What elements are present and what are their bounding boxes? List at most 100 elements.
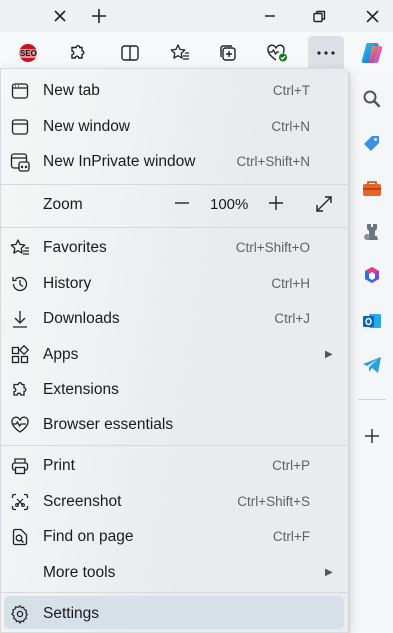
title-bar [0,0,393,32]
menu-item-new-window[interactable]: New window Ctrl+N [1,109,350,144]
collections-icon [218,43,238,63]
seo-extension-button[interactable]: SEO [10,36,46,70]
menu-divider [1,592,350,593]
menu-item-new-inprivate-window[interactable]: New InPrivate window Ctrl+Shift+N [1,144,350,179]
menu-divider [1,227,350,228]
new-window-icon [9,116,31,138]
add-icon [364,428,380,444]
menu-item-label: New tab [43,81,100,99]
sidebar-telegram-button[interactable] [359,352,385,378]
menu-item-label: Screenshot [43,492,122,510]
sidebar-games-button[interactable] [359,219,385,245]
menu-item-screenshot[interactable]: Screenshot Ctrl+Shift+S [1,484,350,519]
tools-icon [361,178,383,198]
games-icon [362,221,382,243]
print-icon [9,455,31,477]
minimize-icon [264,10,276,22]
full-screen-icon [316,196,332,212]
close-tab-button[interactable] [40,0,80,32]
restore-button[interactable] [299,0,339,32]
zoom-out-button[interactable] [173,194,191,212]
favorites-button[interactable] [161,36,197,70]
menu-divider [1,445,350,446]
favorites-icon [169,43,190,63]
menu-item-label: Downloads [43,309,120,327]
right-sidebar [349,72,393,633]
settings-and-more-menu: New tab Ctrl+T New window Ctrl+N New InP… [0,68,350,633]
browser-essentials-icon [266,43,288,63]
minimize-button[interactable] [250,0,290,32]
menu-item-shortcut: Ctrl+Shift+N [236,154,310,169]
apps-icon [9,344,31,366]
sidebar-shopping-button[interactable] [359,131,385,157]
menu-item-shortcut: Ctrl+Shift+O [235,240,310,255]
menu-item-more-tools[interactable]: More tools ▶ [1,555,350,590]
extensions-icon [9,379,31,401]
browser-essentials-icon [9,414,31,436]
menu-item-shortcut: Ctrl+N [271,119,310,134]
menu-item-label: Print [43,456,75,474]
download-icon [9,308,31,330]
settings-and-more-button[interactable] [308,36,344,70]
menu-item-find-on-page[interactable]: Find on page Ctrl+F [1,519,350,554]
menu-item-zoom: Zoom 100% [1,187,350,222]
copilot-icon [359,40,385,66]
zoom-in-button[interactable] [267,194,285,212]
plus-icon [269,196,283,210]
collections-button[interactable] [210,36,246,70]
history-icon [9,273,31,295]
zoom-label: Zoom [43,195,83,213]
close-icon [54,10,66,22]
microsoft365-icon [361,265,383,287]
menu-item-label: More tools [43,563,116,581]
menu-item-new-tab[interactable]: New tab Ctrl+T [1,73,350,108]
sidebar-outlook-button[interactable] [359,308,385,334]
new-tab-button[interactable] [79,0,119,32]
menu-item-shortcut: Ctrl+J [274,311,310,326]
menu-item-extensions[interactable]: Extensions [1,372,350,407]
submenu-arrow-icon: ▶ [325,567,333,578]
menu-item-label: New InPrivate window [43,152,196,170]
new-tab-icon [9,80,31,102]
sidebar-microsoft365-button[interactable] [359,263,385,289]
menu-item-settings[interactable]: Settings [1,596,350,631]
copilot-button[interactable] [354,36,390,70]
menu-item-label: New window [43,117,131,135]
minus-icon [175,202,189,204]
extensions-icon [68,43,88,63]
menu-item-label: Browser essentials [43,415,174,433]
menu-item-history[interactable]: History Ctrl+H [1,266,350,301]
menu-item-favorites[interactable]: Favorites Ctrl+Shift+O [1,230,350,265]
seo-extension-icon: SEO [17,42,39,64]
screenshot-icon [9,491,31,513]
menu-item-shortcut: Ctrl+H [271,276,310,291]
browser-essentials-button[interactable] [259,36,295,70]
menu-item-downloads[interactable]: Downloads Ctrl+J [1,301,350,336]
sidebar-search-button[interactable] [359,86,385,112]
favorites-icon [9,237,31,259]
find-on-page-icon [9,526,31,548]
menu-item-apps[interactable]: Apps ▶ [1,337,350,372]
menu-item-label: Settings [43,604,100,622]
menu-divider [1,184,350,185]
menu-item-label: Find on page [43,527,134,545]
menu-item-shortcut: Ctrl+Shift+S [237,494,310,509]
full-screen-button[interactable] [314,194,334,214]
menu-item-browser-essentials[interactable]: Browser essentials [1,407,350,442]
close-window-button[interactable] [352,0,392,32]
menu-item-label: Favorites [43,238,107,256]
sidebar-add-button[interactable] [359,423,385,449]
gear-icon [9,603,31,625]
menu-item-shortcut: Ctrl+P [272,458,310,473]
menu-item-print[interactable]: Print Ctrl+P [1,448,350,483]
menu-item-shortcut: Ctrl+F [272,529,310,544]
shopping-tag-icon [361,133,383,155]
split-screen-button[interactable] [112,36,148,70]
sidebar-tools-button[interactable] [359,175,385,201]
menu-item-label: History [43,274,92,292]
search-icon [362,89,382,109]
browser-toolbar: SEO [0,32,393,72]
restore-icon [312,10,326,23]
inprivate-icon [9,151,31,173]
extensions-button[interactable] [60,36,96,70]
